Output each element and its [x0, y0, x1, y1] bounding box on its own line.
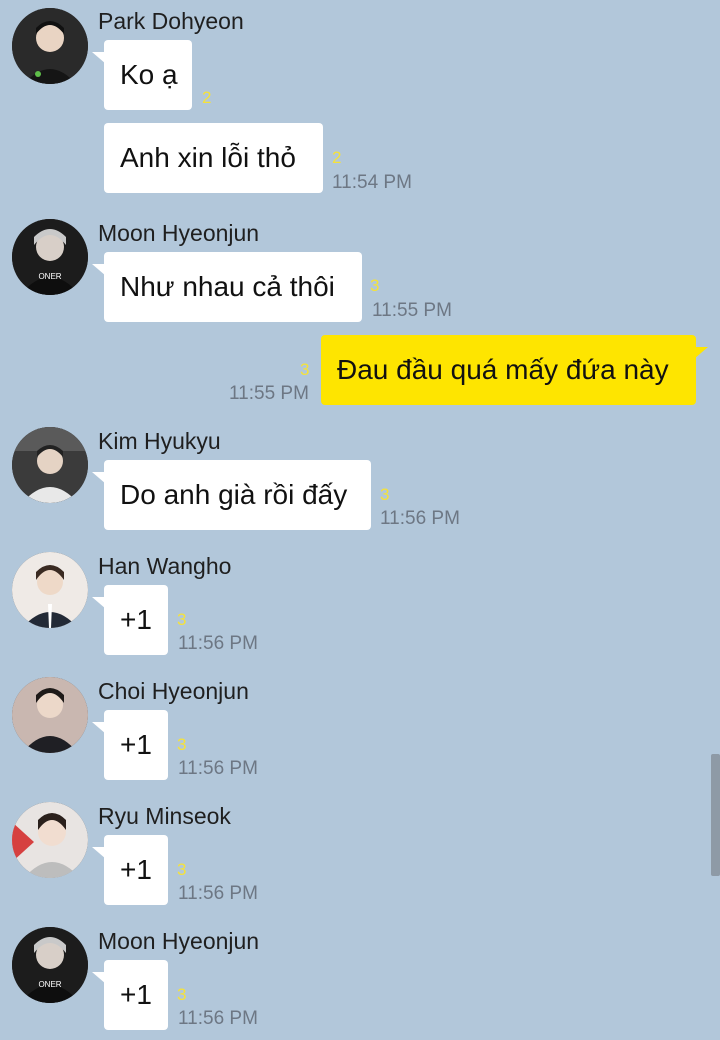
- sender-name: Kim Hyukyu: [98, 428, 221, 454]
- avatar[interactable]: [12, 677, 88, 753]
- profile-photo-icon: ONER: [12, 927, 88, 1003]
- unread-count: 2: [332, 148, 342, 167]
- message-bubble[interactable]: +1: [92, 710, 168, 780]
- sender-name: Moon Hyeonjun: [98, 928, 260, 954]
- message-bubble[interactable]: Như nhau cả thôi: [92, 252, 362, 322]
- profile-photo-icon: [12, 427, 88, 503]
- sender-name: Ryu Minseok: [98, 803, 231, 829]
- unread-count: 2: [202, 88, 212, 107]
- timestamp: 11:56 PM: [178, 633, 258, 654]
- timestamp: 11:56 PM: [178, 758, 258, 779]
- sender-name: Moon Hyeonjun: [98, 220, 260, 246]
- unread-count: 3: [177, 735, 187, 754]
- message-bubble[interactable]: +1: [92, 585, 168, 655]
- unread-count: 3: [380, 485, 390, 504]
- profile-photo-icon: [12, 8, 88, 84]
- scrollbar[interactable]: [711, 754, 720, 876]
- message-bubble[interactable]: Do anh già rồi đấy: [92, 460, 371, 530]
- profile-photo-icon: [12, 552, 88, 628]
- sender-name: Han Wangho: [98, 553, 232, 579]
- profile-photo-icon: [12, 677, 88, 753]
- avatar[interactable]: ONER: [12, 219, 88, 295]
- timestamp: 11:55 PM: [229, 383, 309, 404]
- unread-count: 3: [177, 860, 187, 879]
- outgoing-message-bubble[interactable]: Đau đầu quá mấy đứa này: [321, 335, 708, 405]
- message-bubble[interactable]: Anh xin lỗi thỏ: [104, 123, 323, 193]
- avatar-jersey-text: ONER: [38, 272, 61, 281]
- timestamp: 11:55 PM: [372, 300, 452, 321]
- unread-count: 3: [177, 985, 187, 1004]
- avatar-jersey-text: ONER: [38, 980, 61, 989]
- unread-count: 3: [300, 360, 310, 379]
- profile-photo-icon: ONER: [12, 219, 88, 295]
- sender-name: Park Dohyeon: [98, 8, 244, 34]
- sender-name: Choi Hyeonjun: [98, 678, 249, 704]
- avatar[interactable]: [12, 8, 88, 84]
- message-bubble[interactable]: Ko ạ: [92, 40, 192, 110]
- timestamp: 11:56 PM: [178, 1008, 258, 1029]
- avatar[interactable]: ONER: [12, 927, 88, 1003]
- message-bubble[interactable]: +1: [92, 960, 168, 1030]
- timestamp: 11:56 PM: [178, 883, 258, 904]
- timestamp: 11:54 PM: [332, 172, 412, 193]
- unread-count: 3: [177, 610, 187, 629]
- avatar[interactable]: [12, 427, 88, 503]
- avatar[interactable]: [12, 552, 88, 628]
- profile-photo-icon: [12, 802, 88, 878]
- message-bubble[interactable]: +1: [92, 835, 168, 905]
- avatar[interactable]: [12, 802, 88, 878]
- timestamp: 11:56 PM: [380, 508, 460, 529]
- unread-count: 3: [370, 276, 380, 295]
